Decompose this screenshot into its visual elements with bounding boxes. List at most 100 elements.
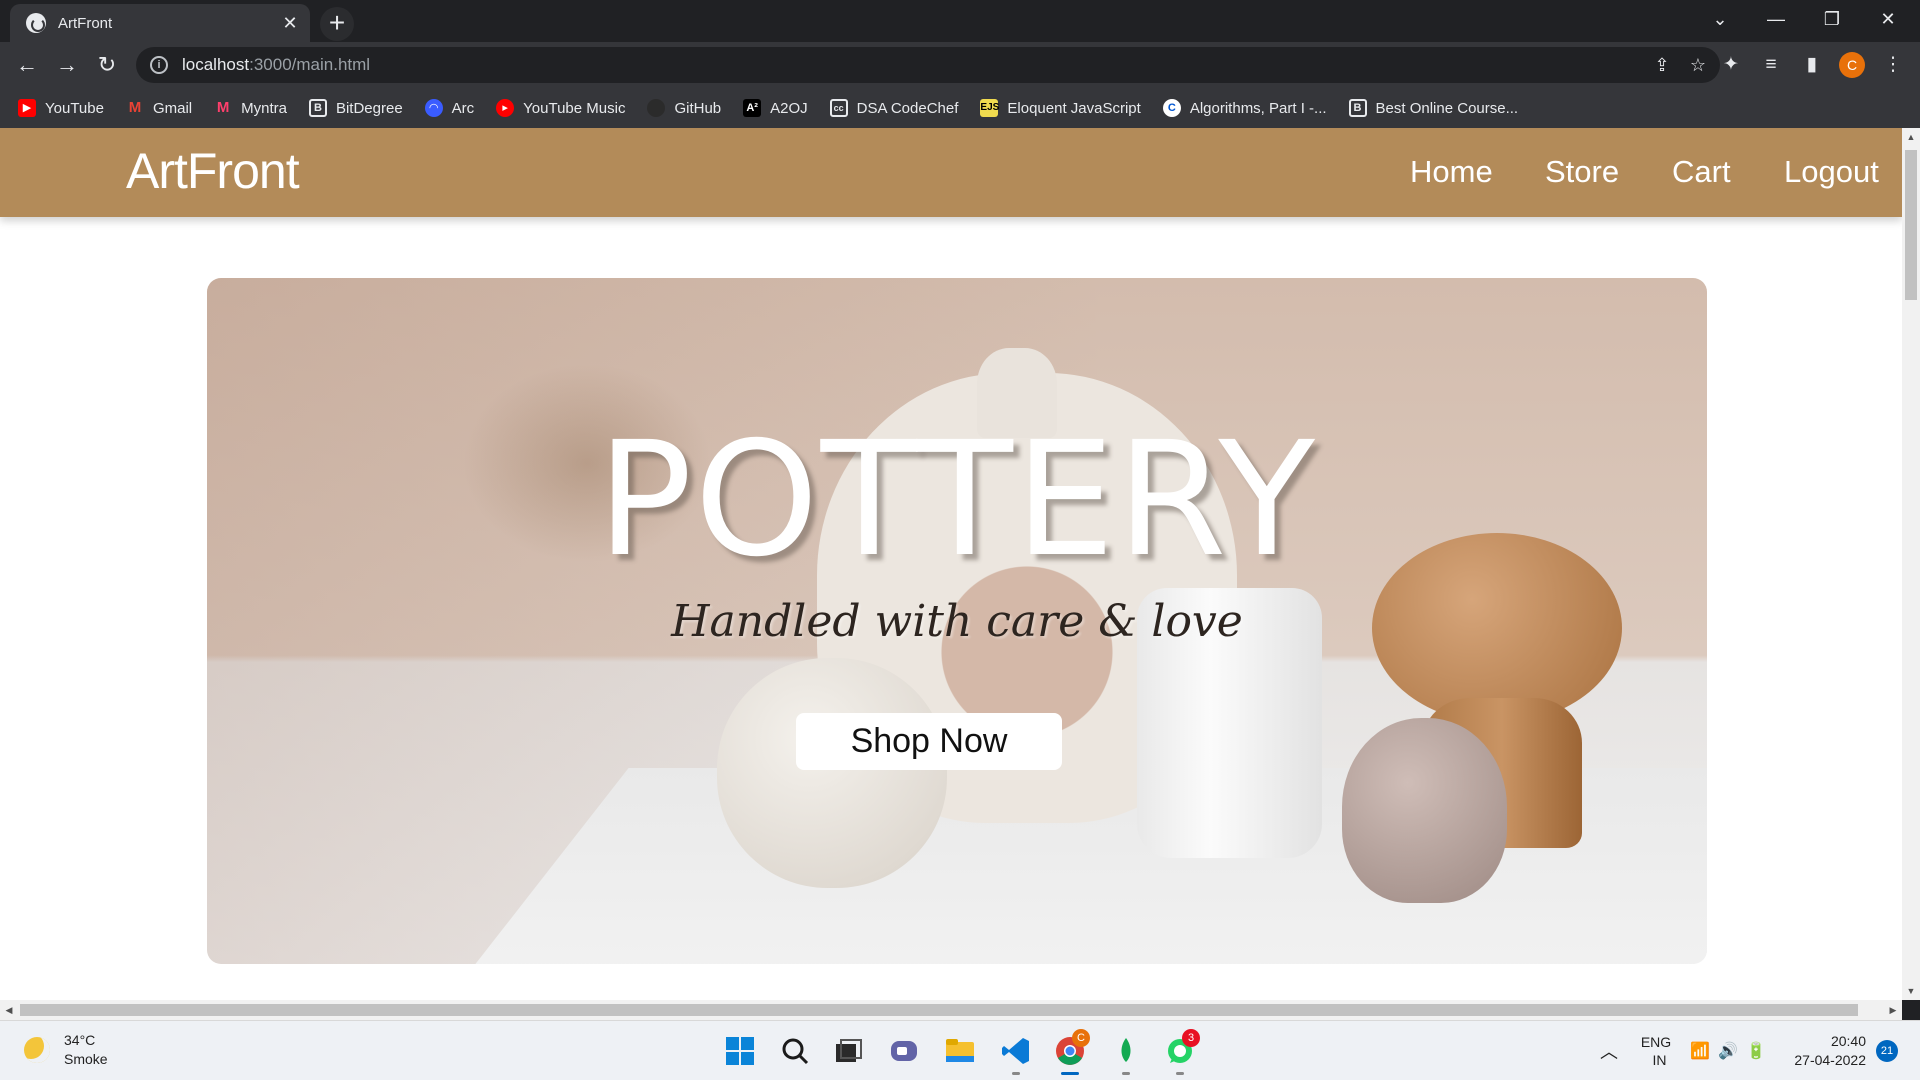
bookmark-eloquent-javascript[interactable]: EJS Eloquent JavaScript — [980, 99, 1141, 117]
chrome-icon[interactable]: C — [1050, 1029, 1090, 1075]
windows-start-icon[interactable] — [720, 1031, 760, 1071]
vertical-scroll-thumb[interactable] — [1905, 150, 1917, 300]
extensions-puzzle-icon[interactable]: ✦ — [1714, 48, 1748, 82]
bookmark-dsa-codechef[interactable]: cc DSA CodeChef — [829, 99, 959, 117]
weather-description: Smoke — [64, 1051, 108, 1067]
coursera-icon: C — [1162, 99, 1181, 117]
scroll-left-arrow-icon[interactable]: ◀ — [0, 1000, 18, 1020]
windows-taskbar: 34°C Smoke C 3 ︿ ENG IN 📶 🔊 🔋 20:40 27-0… — [0, 1020, 1920, 1080]
vscode-icon[interactable] — [996, 1031, 1036, 1075]
address-bar[interactable]: i localhost:3000/main.html ⇪ ☆ — [136, 47, 1720, 83]
shop-now-button[interactable]: Shop Now — [796, 713, 1062, 770]
site-header: ArtFront Home Store Cart Logout — [0, 128, 1902, 217]
tab-close-button[interactable]: ✕ — [276, 13, 304, 34]
bookmark-gmail[interactable]: M Gmail — [126, 99, 192, 117]
mongodb-icon[interactable] — [1106, 1031, 1146, 1075]
whatsapp-icon[interactable]: 3 — [1160, 1029, 1200, 1075]
youtube-icon: ▶ — [18, 99, 36, 117]
horizontal-scrollbar[interactable]: ◀ ▶ — [0, 1000, 1902, 1020]
file-explorer-icon[interactable] — [940, 1031, 980, 1071]
bookmark-label: Best Online Course... — [1375, 99, 1519, 117]
course-icon: B — [1348, 99, 1367, 117]
bookmark-label: DSA CodeChef — [856, 99, 959, 117]
bookmark-label: Myntra — [241, 99, 287, 117]
forward-arrow-icon[interactable]: → — [50, 48, 84, 82]
tab-title: ArtFront — [58, 14, 113, 32]
bitdegree-icon: B — [308, 99, 327, 117]
weather-temperature: 34°C — [64, 1032, 96, 1048]
bookmark-myntra[interactable]: M Myntra — [214, 99, 287, 117]
vertical-scrollbar[interactable]: ▲ ▼ — [1902, 128, 1920, 1000]
weather-widget[interactable]: 34°C Smoke — [24, 1031, 108, 1069]
region-code: IN — [1652, 1052, 1667, 1068]
moon-weather-icon — [24, 1037, 50, 1063]
media-control-icon[interactable]: ≡ — [1754, 48, 1788, 82]
show-hidden-icons-chevron-icon[interactable]: ︿ — [1600, 1021, 1618, 1080]
search-icon[interactable] — [775, 1031, 815, 1071]
wifi-icon[interactable]: 📶 — [1690, 1021, 1710, 1080]
bookmark-label: BitDegree — [335, 99, 403, 117]
browser-tab-strip: ArtFront ✕ + ⌄ — ❐ ✕ — [0, 0, 1920, 42]
bookmark-label: YouTube Music — [523, 99, 626, 117]
bookmark-arc[interactable]: ◠ Arc — [424, 99, 475, 117]
nav-cart-link[interactable]: Cart — [1672, 154, 1731, 190]
codechef-icon: cc — [829, 99, 848, 117]
nav-store-link[interactable]: Store — [1545, 154, 1619, 190]
hero-title: POTTERY — [597, 408, 1317, 592]
bookmark-label: GitHub — [674, 99, 722, 117]
language-code: ENG — [1640, 1034, 1672, 1050]
notification-count-badge[interactable]: 21 — [1876, 1040, 1898, 1062]
task-view-icon[interactable] — [828, 1031, 868, 1071]
bookmark-github[interactable]: GitHub — [647, 99, 721, 117]
share-icon[interactable]: ⇪ — [1644, 47, 1680, 83]
tab-search-chevron-icon[interactable]: ⌄ — [1692, 0, 1748, 38]
new-tab-button[interactable]: + — [320, 7, 354, 41]
address-url[interactable]: localhost:3000/main.html — [182, 55, 370, 75]
running-indicator — [1012, 1072, 1020, 1075]
site-info-icon[interactable]: i — [150, 56, 168, 74]
scroll-right-arrow-icon[interactable]: ▶ — [1884, 1000, 1902, 1020]
bookmark-youtube[interactable]: ▶ YouTube — [18, 99, 104, 117]
bookmark-algorithms[interactable]: C Algorithms, Part I -... — [1162, 99, 1327, 117]
language-indicator[interactable]: ENG IN — [1638, 1021, 1674, 1080]
back-arrow-icon[interactable]: ← — [10, 48, 44, 82]
minimize-button[interactable]: — — [1748, 0, 1804, 38]
eloquent-js-icon: EJS — [980, 99, 999, 117]
site-logo[interactable]: ArtFront — [126, 142, 300, 200]
chrome-profile-badge: C — [1072, 1029, 1090, 1047]
round-vase-image — [717, 658, 947, 888]
system-clock[interactable]: 20:40 27-04-2022 — [1782, 1032, 1866, 1070]
hero-subtitle: Handled with care & love — [671, 596, 1243, 647]
clock-time: 20:40 — [1830, 1033, 1866, 1049]
nav-home-link[interactable]: Home — [1410, 154, 1493, 190]
browser-toolbar: ← → ↻ i localhost:3000/main.html ⇪ ☆ ✦ ≡… — [0, 42, 1920, 88]
arc-icon: ◠ — [424, 99, 443, 117]
battery-icon[interactable]: 🔋 — [1746, 1021, 1766, 1080]
browser-tab[interactable]: ArtFront ✕ — [10, 4, 310, 42]
nav-logout-link[interactable]: Logout — [1784, 154, 1879, 190]
side-panel-icon[interactable]: ▮ — [1795, 48, 1829, 82]
weather-text: 34°C Smoke — [64, 1031, 108, 1069]
myntra-icon: M — [216, 99, 230, 116]
restore-button[interactable]: ❐ — [1804, 0, 1860, 38]
volume-icon[interactable]: 🔊 — [1718, 1021, 1738, 1080]
hero-banner: POTTERY Handled with care & love Shop No… — [207, 278, 1707, 964]
page-viewport: ArtFront Home Store Cart Logout POTTERY … — [0, 128, 1902, 1000]
close-window-button[interactable]: ✕ — [1860, 0, 1916, 38]
bookmark-youtube-music[interactable]: ▸ YouTube Music — [496, 99, 625, 117]
bookmark-label: Gmail — [152, 99, 193, 117]
bookmark-label: Arc — [451, 99, 475, 117]
scroll-up-arrow-icon[interactable]: ▲ — [1902, 128, 1920, 146]
profile-avatar[interactable]: C — [1839, 52, 1865, 78]
reload-icon[interactable]: ↻ — [90, 48, 124, 82]
scroll-down-arrow-icon[interactable]: ▼ — [1902, 982, 1920, 1000]
mauve-vase-image — [1342, 718, 1507, 903]
bookmark-best-online-course[interactable]: B Best Online Course... — [1348, 99, 1519, 117]
youtube-music-icon: ▸ — [496, 99, 515, 117]
bookmark-bitdegree[interactable]: B BitDegree — [308, 99, 403, 117]
bookmark-a2oj[interactable]: A² A2OJ — [743, 99, 808, 117]
bookmark-star-icon[interactable]: ☆ — [1680, 47, 1716, 83]
teams-chat-icon[interactable] — [884, 1031, 924, 1071]
horizontal-scroll-thumb[interactable] — [20, 1004, 1858, 1016]
chrome-menu-icon[interactable]: ⋮ — [1876, 48, 1910, 82]
